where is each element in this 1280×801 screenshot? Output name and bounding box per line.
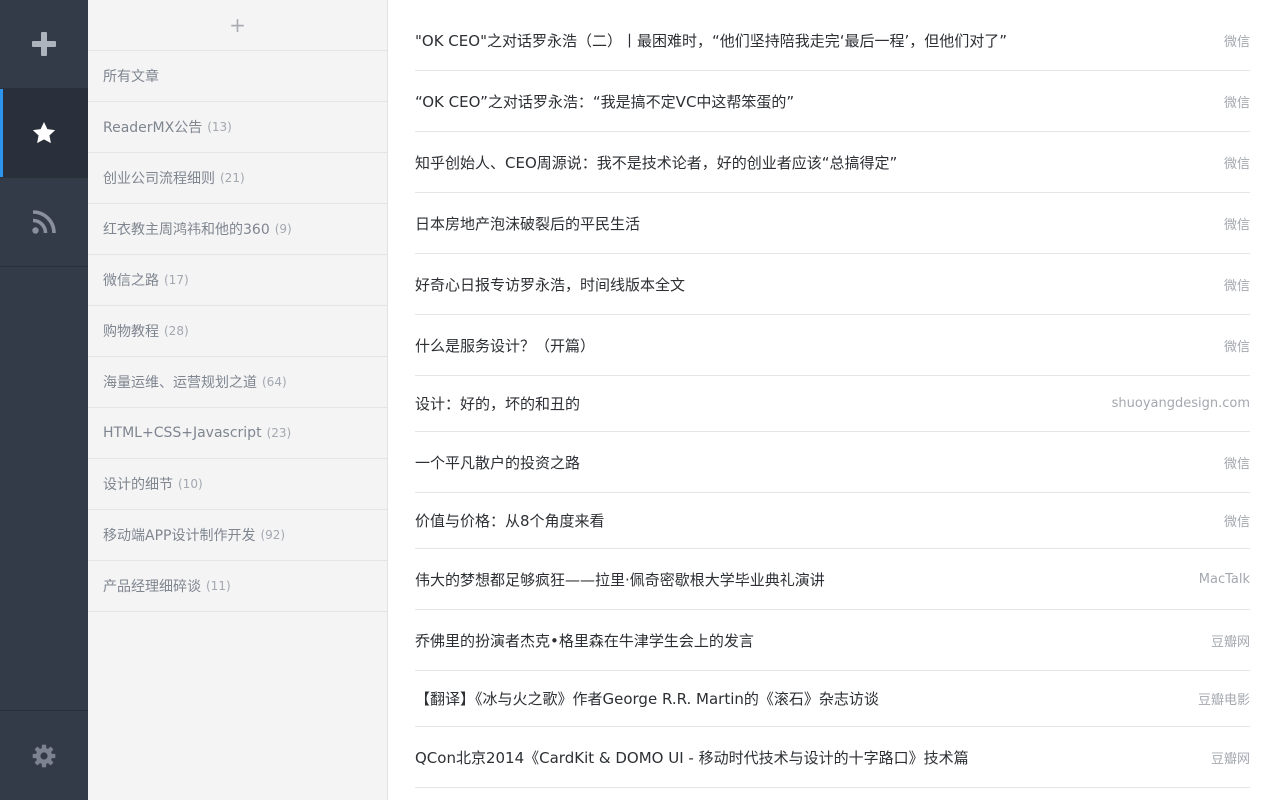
article-title: 【翻译】《冰与火之歌》作者George R.R. Martin的《滚石》杂志访谈: [415, 690, 879, 708]
article-title: 日本房地产泡沫破裂后的平民生活: [415, 214, 641, 233]
article-row[interactable]: “OK CEO”之对话罗永浩：“我是搞不定VC中这帮笨蛋的” 微信: [415, 71, 1250, 132]
article-row[interactable]: 伟大的梦想都足够疯狂——拉里·佩奇密歇根大学毕业典礼演讲 MacTalk: [415, 549, 1250, 610]
folder-count: (23): [266, 426, 292, 440]
article-row[interactable]: 一个平凡散户的投资之路 微信: [415, 432, 1250, 493]
folder-item[interactable]: 设计的细节 (10): [88, 459, 387, 510]
article-title: 好奇心日报专访罗永浩，时间线版本全文: [415, 275, 686, 294]
article-source: 微信: [1223, 456, 1250, 472]
starred-button[interactable]: [0, 89, 88, 178]
folder-count: (21): [220, 171, 245, 185]
folder-item[interactable]: ReaderMX公告 (13): [88, 102, 387, 153]
article-row[interactable]: 价值与价格：从8个角度来看 微信: [415, 493, 1250, 549]
folder-label: 红衣教主周鸿祎和他的360: [103, 222, 270, 238]
folder-label: 创业公司流程细则: [103, 171, 215, 187]
article-title: 乔佛里的扮演者杰克•格里森在牛津学生会上的发言: [415, 631, 754, 650]
icon-rail: [0, 0, 88, 800]
folder-label: HTML+CSS+Javascript: [103, 425, 262, 441]
reader-app: + 所有文章 ReaderMX公告 (13) 创业公司流程细则 (21) 红衣教主周鸿祎和…: [0, 0, 1280, 800]
article-row[interactable]: 设计：好的，坏的和丑的 shuoyangdesign.com: [415, 376, 1250, 432]
add-button[interactable]: [0, 0, 88, 89]
article-title: 什么是服务设计？（开篇）: [415, 336, 596, 355]
folder-item[interactable]: 海量运维、运营规划之道 (64): [88, 357, 387, 408]
folder-label: 购物教程: [103, 324, 159, 340]
article-source: MacTalk: [1198, 571, 1250, 587]
folder-count: (10): [178, 477, 203, 491]
article-row[interactable]: "OK CEO"之对话罗永浩（二）丨最困难时，“他们坚持陪我走完‘最后一程’，但…: [415, 0, 1250, 71]
add-folder-button[interactable]: +: [88, 0, 387, 50]
folder-count: (11): [206, 579, 231, 593]
folder-count: (64): [262, 375, 287, 389]
folder-item[interactable]: 产品经理细碎谈 (11): [88, 561, 387, 612]
folder-item[interactable]: 购物教程 (28): [88, 306, 387, 357]
rss-icon: [32, 210, 56, 234]
article-source: 豆瓣网: [1210, 634, 1250, 650]
article-source: 微信: [1223, 278, 1250, 294]
article-title: 价值与价格：从8个角度来看: [415, 512, 605, 530]
article-row[interactable]: QCon北京2014《CardKit & DOMO UI - 移动时代技术与设计…: [415, 727, 1250, 788]
article-source: 豆瓣电影: [1197, 693, 1250, 708]
article-rows: "OK CEO"之对话罗永浩（二）丨最困难时，“他们坚持陪我走完‘最后一程’，但…: [415, 0, 1250, 788]
article-source: 微信: [1223, 515, 1250, 530]
article-source: 微信: [1223, 34, 1250, 50]
folder-item[interactable]: HTML+CSS+Javascript (23): [88, 408, 387, 459]
article-title: QCon北京2014《CardKit & DOMO UI - 移动时代技术与设计…: [415, 748, 969, 767]
article-row[interactable]: 日本房地产泡沫破裂后的平民生活 微信: [415, 193, 1250, 254]
folder-item[interactable]: 红衣教主周鸿祎和他的360 (9): [88, 204, 387, 255]
article-source: 微信: [1223, 95, 1250, 111]
article-row[interactable]: 什么是服务设计？（开篇） 微信: [415, 315, 1250, 376]
folder-sidebar: + 所有文章 ReaderMX公告 (13) 创业公司流程细则 (21) 红衣教主周鸿祎和…: [88, 0, 388, 800]
folder-label: 设计的细节: [103, 477, 173, 493]
article-row[interactable]: 【翻译】《冰与火之歌》作者George R.R. Martin的《滚石》杂志访谈…: [415, 671, 1250, 727]
folder-label: 所有文章: [103, 69, 159, 85]
feeds-button[interactable]: [0, 178, 88, 267]
folder-count: (17): [164, 273, 189, 287]
article-row[interactable]: 乔佛里的扮演者杰克•格里森在牛津学生会上的发言 豆瓣网: [415, 610, 1250, 671]
article-title: 知乎创始人、CEO周源说：我不是技术论者，好的创业者应该“总搞得定”: [415, 153, 898, 172]
folder-label: 微信之路: [103, 273, 159, 289]
folder-label: ReaderMX公告: [103, 120, 203, 136]
folder-label: 移动端APP设计制作开发: [103, 528, 256, 544]
gear-icon: [32, 744, 56, 768]
article-source: 微信: [1223, 339, 1250, 355]
folder-count: (28): [164, 324, 189, 338]
folder-item[interactable]: 微信之路 (17): [88, 255, 387, 306]
article-title: 伟大的梦想都足够疯狂——拉里·佩奇密歇根大学毕业典礼演讲: [415, 570, 825, 589]
article-title: 设计：好的，坏的和丑的: [415, 395, 581, 413]
folder-label: 产品经理细碎谈: [103, 579, 201, 595]
folder-list: 所有文章 ReaderMX公告 (13) 创业公司流程细则 (21) 红衣教主周鸿祎和他的…: [88, 50, 387, 612]
article-list: "OK CEO"之对话罗永浩（二）丨最困难时，“他们坚持陪我走完‘最后一程’，但…: [415, 0, 1250, 800]
folder-count: (92): [260, 528, 286, 542]
folder-item[interactable]: 移动端APP设计制作开发 (92): [88, 510, 387, 561]
folder-label: 海量运维、运营规划之道: [103, 375, 257, 391]
article-title: "OK CEO"之对话罗永浩（二）丨最困难时，“他们坚持陪我走完‘最后一程’，但…: [415, 31, 1008, 50]
article-source: shuoyangdesign.com: [1111, 396, 1250, 411]
folder-item[interactable]: 所有文章: [88, 51, 387, 102]
article-row[interactable]: 知乎创始人、CEO周源说：我不是技术论者，好的创业者应该“总搞得定” 微信: [415, 132, 1250, 193]
article-title: “OK CEO”之对话罗永浩：“我是搞不定VC中这帮笨蛋的”: [415, 92, 795, 111]
folder-count: (13): [207, 120, 232, 134]
article-source: 微信: [1223, 156, 1250, 172]
article-source: 微信: [1223, 217, 1250, 233]
plus-icon: [32, 32, 56, 56]
settings-button[interactable]: [0, 710, 88, 801]
article-row[interactable]: 好奇心日报专访罗永浩，时间线版本全文 微信: [415, 254, 1250, 315]
article-source: 豆瓣网: [1210, 751, 1250, 767]
folder-item[interactable]: 创业公司流程细则 (21): [88, 153, 387, 204]
article-title: 一个平凡散户的投资之路: [415, 453, 581, 472]
star-icon: [32, 121, 56, 144]
folder-count: (9): [274, 222, 292, 236]
